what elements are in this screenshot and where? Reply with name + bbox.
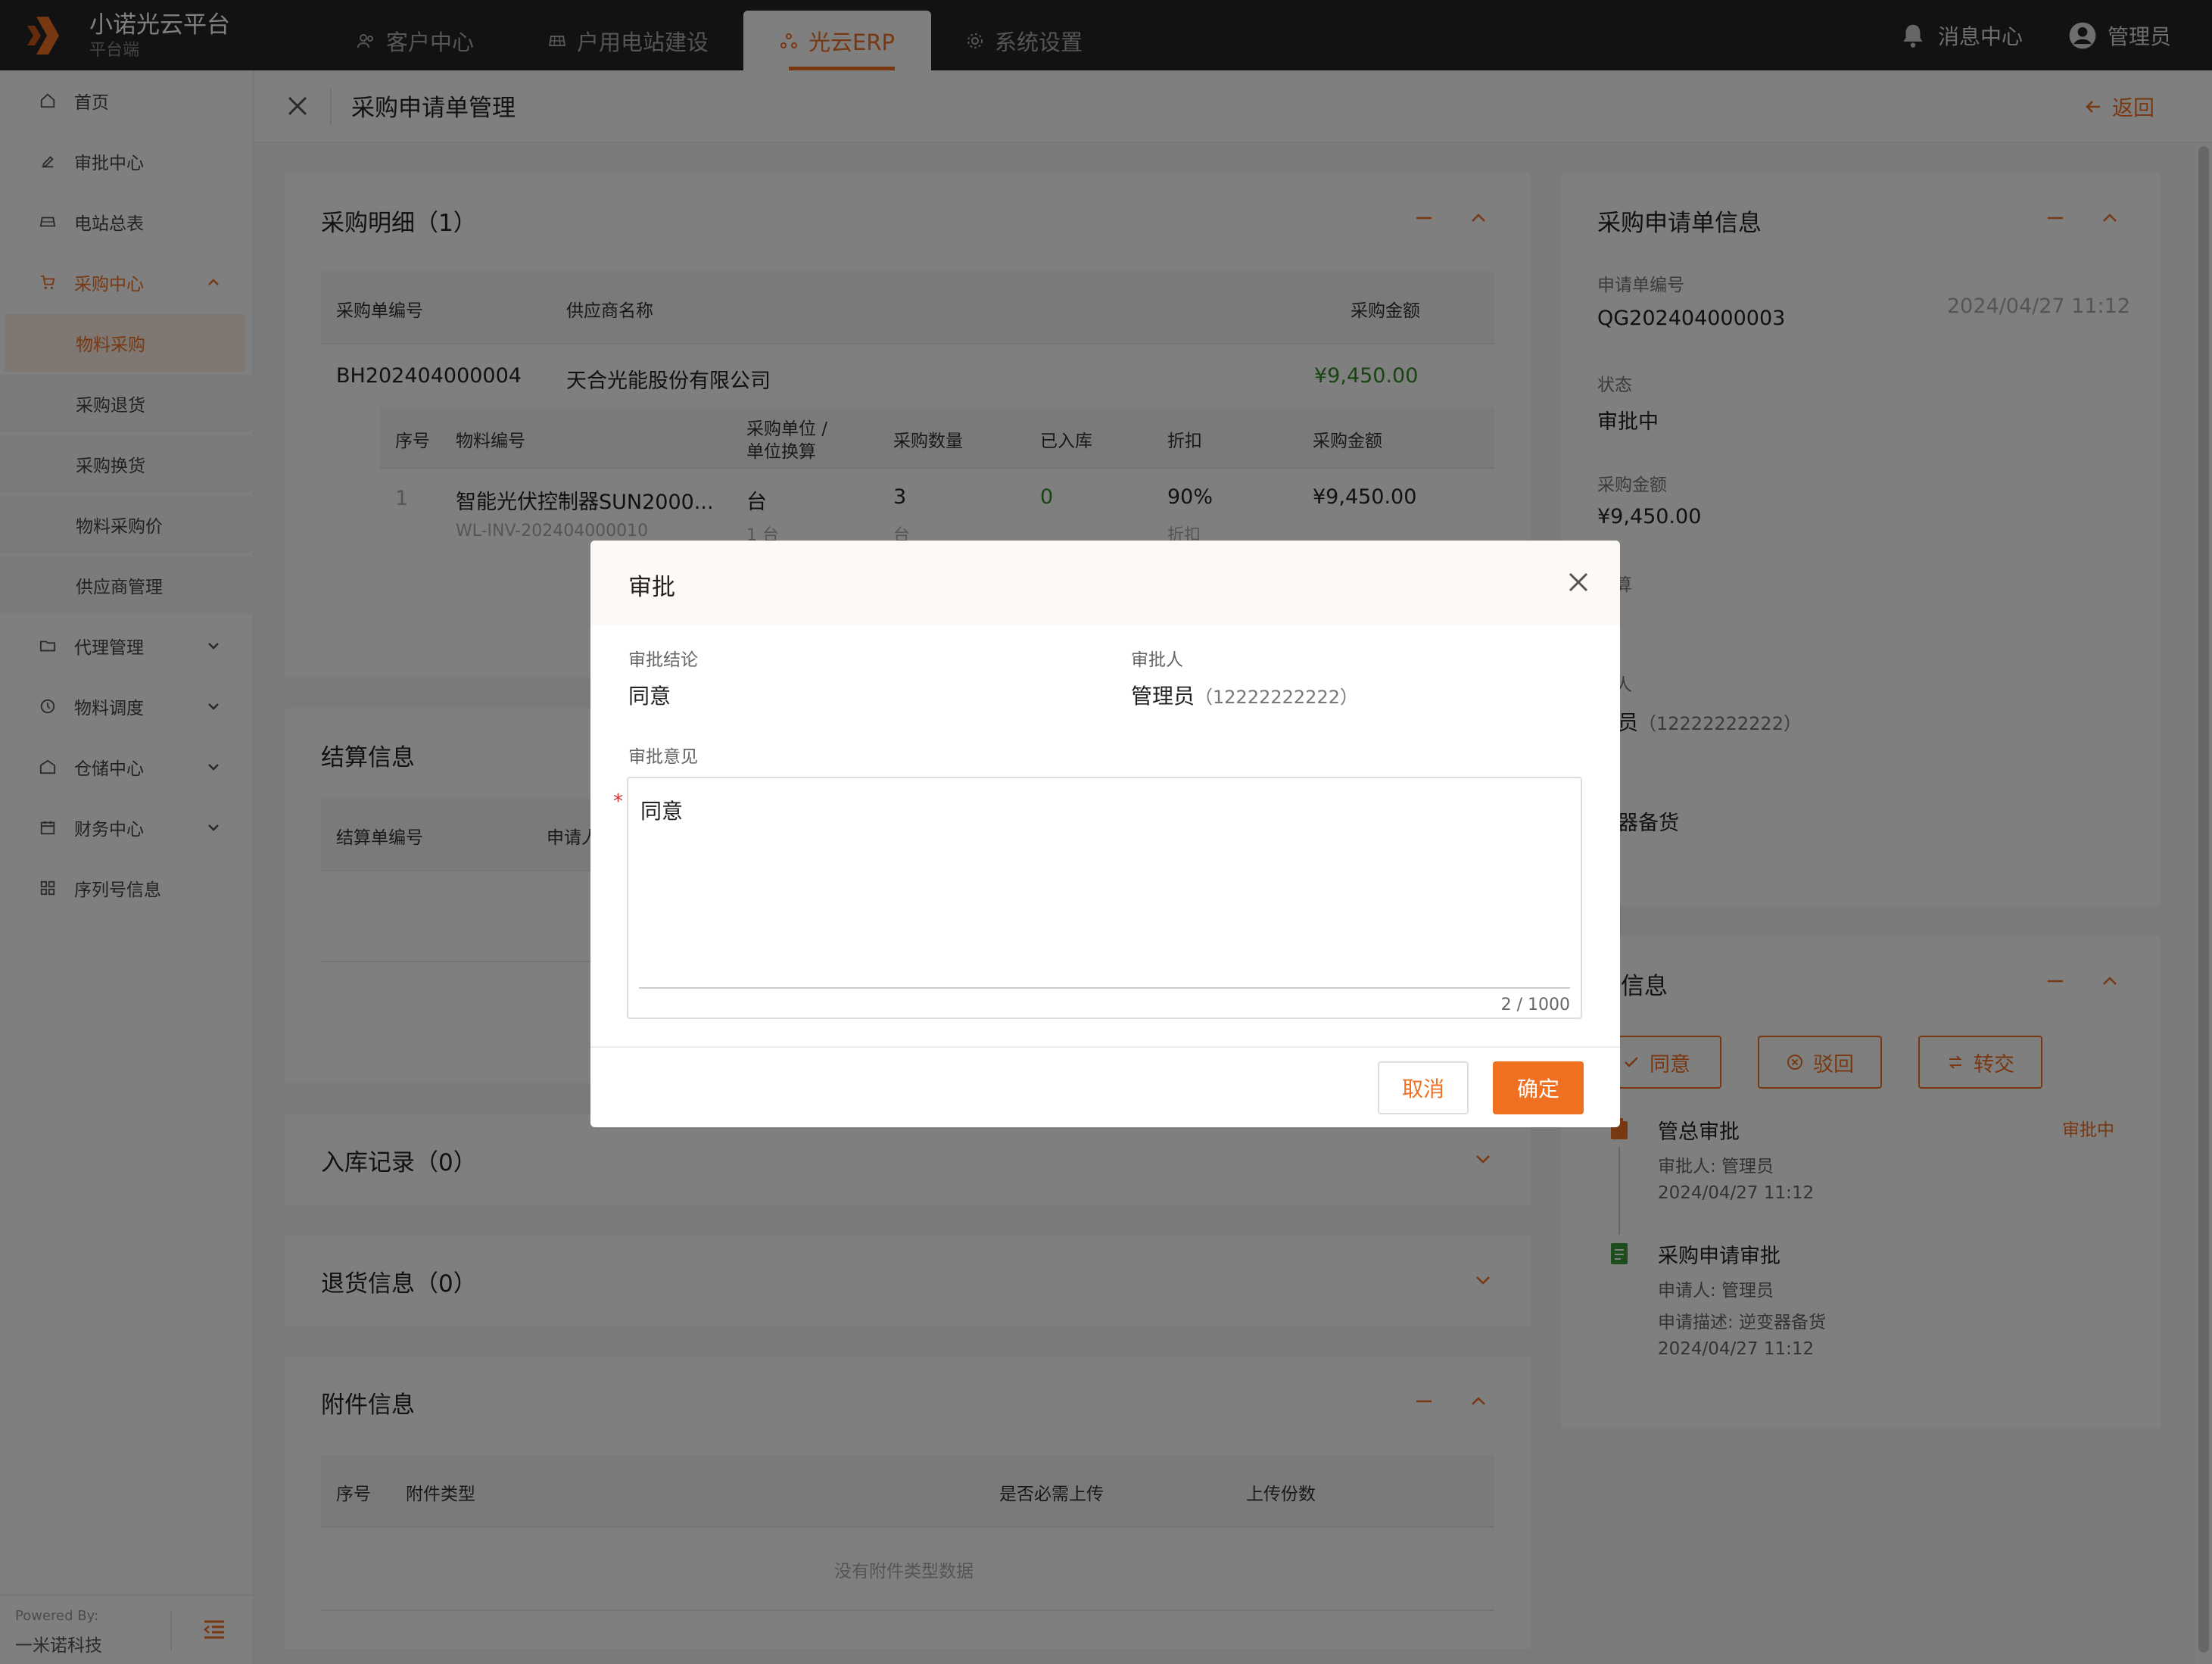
conclusion-label: 审批结论 — [628, 650, 698, 670]
textarea-underline — [639, 987, 1570, 989]
approver-phone: （12222222222） — [1195, 687, 1358, 708]
dialog-header: 审批 — [590, 541, 1620, 625]
close-icon[interactable] — [1567, 571, 1590, 594]
approval-dialog: 审批 审批结论 同意 审批人 管理员（12222222222） 审批意见 * 同… — [590, 541, 1620, 1127]
cancel-button[interactable]: 取消 — [1378, 1061, 1469, 1114]
required-marker: * — [613, 790, 623, 813]
approver-label: 审批人 — [1131, 650, 1183, 670]
comment-textarea[interactable]: 同意 — [628, 778, 1581, 990]
dialog-title: 审批 — [628, 574, 675, 601]
approver-name: 管理员 — [1131, 684, 1195, 709]
confirm-button[interactable]: 确定 — [1493, 1061, 1584, 1114]
divider — [590, 1046, 1620, 1048]
approver-value: 管理员（12222222222） — [1131, 680, 1358, 710]
comment-field[interactable]: 同意 2 / 1000 — [627, 777, 1582, 1019]
comment-label: 审批意见 — [628, 747, 698, 767]
conclusion-value: 同意 — [628, 684, 671, 709]
char-counter: 2 / 1000 — [1500, 996, 1570, 1014]
